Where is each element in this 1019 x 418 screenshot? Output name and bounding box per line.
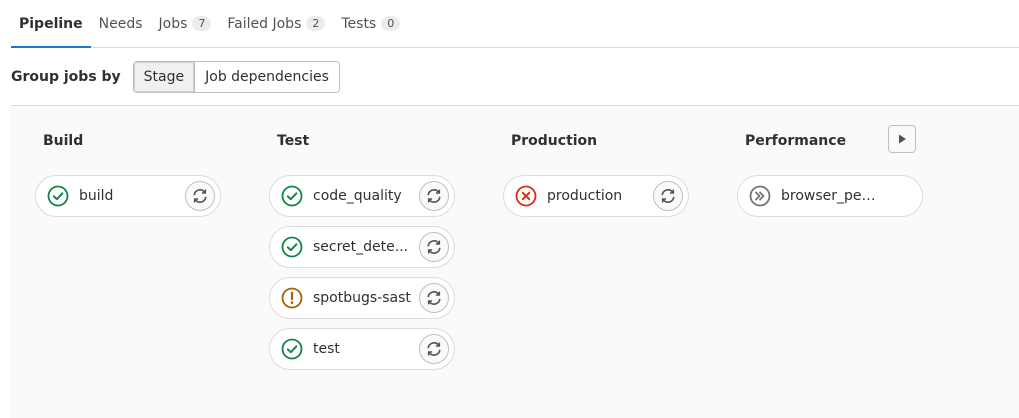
tab-tests-label: Tests (341, 15, 377, 32)
check-circle-icon (281, 338, 303, 360)
tab-needs-label: Needs (98, 15, 143, 32)
stage-title: Performance (745, 133, 847, 149)
tests-count-badge: 0 (381, 16, 401, 31)
job-name: production (547, 188, 623, 204)
group-jobs-by: Group jobs by Stage Job dependencies (11, 61, 340, 93)
warning-circle-icon (281, 287, 303, 309)
check-circle-icon (281, 236, 303, 258)
retry-icon[interactable] (185, 181, 215, 211)
group-by-stage-button[interactable]: Stage (133, 62, 195, 92)
tab-failed-jobs[interactable]: Failed Jobs 2 (219, 0, 333, 47)
tab-pipeline[interactable]: Pipeline (11, 0, 91, 48)
play-stage-button[interactable] (888, 125, 916, 153)
stage-title: Build (43, 133, 84, 149)
tab-tests[interactable]: Tests 0 (333, 0, 408, 47)
group-by-job-dependencies-button[interactable]: Job dependencies (194, 62, 339, 92)
group-jobs-by-label: Group jobs by (11, 69, 121, 85)
check-circle-icon (47, 185, 69, 207)
job-secret-detection[interactable]: secret_dete... (269, 226, 455, 268)
stage-title: Production (511, 133, 598, 149)
play-icon (896, 133, 908, 145)
job-production[interactable]: production (503, 175, 689, 217)
retry-icon[interactable] (653, 181, 683, 211)
tab-jobs[interactable]: Jobs 7 (151, 0, 220, 47)
retry-icon[interactable] (419, 334, 449, 364)
tab-failed-jobs-label: Failed Jobs (227, 15, 302, 32)
job-name: test (313, 341, 340, 357)
job-name: browser_perf... (781, 188, 881, 204)
stage-title: Test (277, 133, 310, 149)
tab-pipeline-label: Pipeline (19, 15, 83, 32)
job-name: spotbugs-sast (313, 290, 411, 306)
job-name: secret_dete... (313, 239, 409, 255)
retry-icon[interactable] (419, 283, 449, 313)
job-test[interactable]: test (269, 328, 455, 370)
retry-icon[interactable] (419, 181, 449, 211)
job-spotbugs-sast[interactable]: spotbugs-sast (269, 277, 455, 319)
check-circle-icon (281, 185, 303, 207)
tab-jobs-label: Jobs (158, 15, 188, 32)
failed-jobs-count-badge: 2 (306, 16, 326, 31)
job-build[interactable]: build (35, 175, 221, 217)
pipeline-tabs: Pipeline Needs Jobs 7 Failed Jobs 2 Test… (11, 0, 1019, 48)
group-by-toggle: Stage Job dependencies (132, 61, 340, 93)
x-circle-icon (515, 185, 537, 207)
job-name: build (79, 188, 114, 204)
tab-needs[interactable]: Needs (91, 0, 151, 47)
skip-circle-icon (749, 185, 771, 207)
retry-icon[interactable] (419, 232, 449, 262)
job-code-quality[interactable]: code_quality (269, 175, 455, 217)
pipeline-graph: Build build Test code_quality secret_det… (11, 105, 1019, 418)
jobs-count-badge: 7 (192, 16, 212, 31)
job-browser-performance[interactable]: browser_perf... (737, 175, 923, 217)
job-name: code_quality (313, 188, 402, 204)
